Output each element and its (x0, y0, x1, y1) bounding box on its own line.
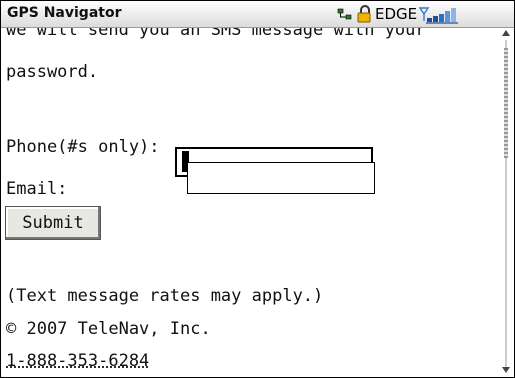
scroll-down-arrow-icon (502, 367, 510, 373)
copyright-text: © 2007 TeleNav, Inc. (6, 319, 211, 339)
lock-icon (357, 5, 371, 23)
rates-note: (Text message rates may apply.) (6, 286, 324, 306)
network-type-label: EDGE (375, 5, 418, 23)
title-bar: GPS Navigator EDGE (1, 1, 514, 28)
scroll-thumb[interactable] (504, 48, 508, 158)
intro-text-line-2: password. (6, 62, 99, 82)
signal-strength-icon (419, 7, 458, 24)
scroll-up-arrow-icon (502, 30, 510, 36)
support-phone-link[interactable]: 1-888-353-6284 (6, 351, 149, 371)
device-screen: GPS Navigator EDGE we will send you an S… (0, 0, 515, 378)
submit-button[interactable]: Submit (5, 206, 101, 240)
email-field[interactable] (187, 162, 375, 194)
page-content: we will send you an SMS message with you… (1, 28, 499, 377)
app-title: GPS Navigator (7, 5, 122, 21)
email-label: Email: (6, 179, 68, 199)
intro-text-line-1: we will send you an SMS message with you… (6, 28, 426, 40)
bluetooth-icon (337, 8, 352, 20)
phone-label: Phone(#s only): (6, 137, 160, 157)
scrollbar[interactable] (499, 28, 514, 377)
